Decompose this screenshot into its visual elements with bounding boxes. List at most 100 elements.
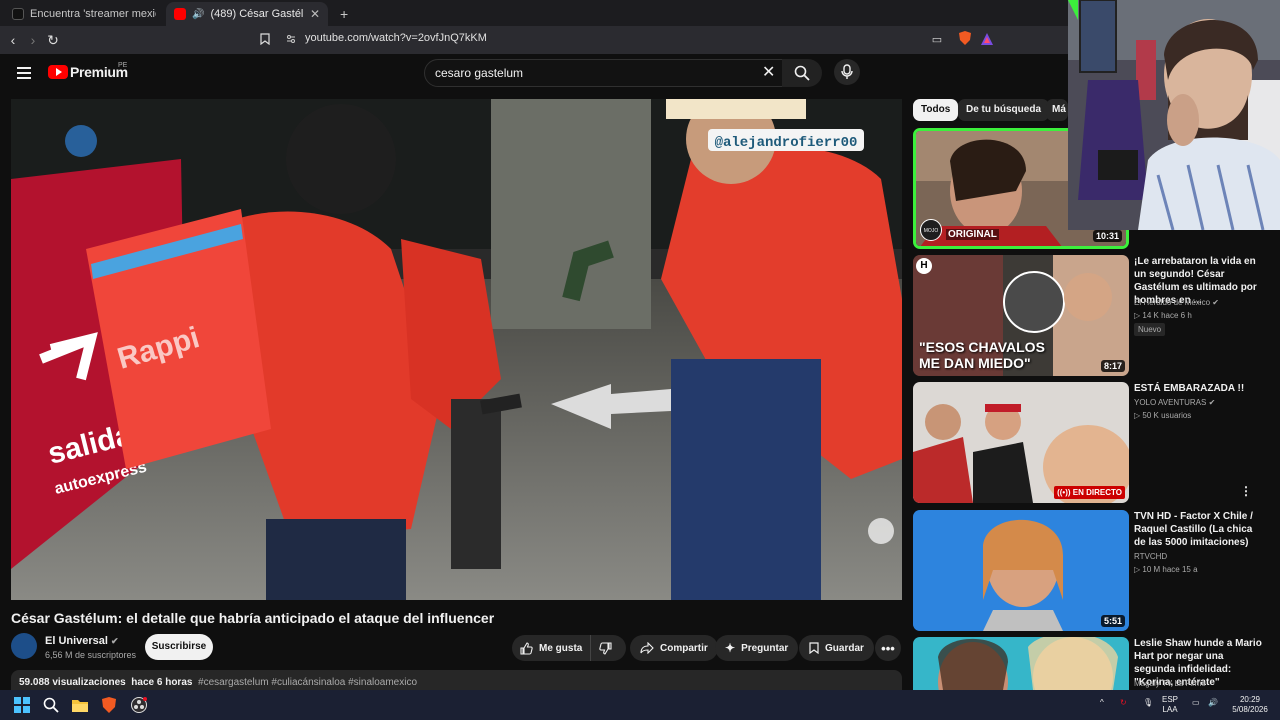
rec-thumbnail-1[interactable]: H "ESOS CHAVALOS ME DAN MIEDO" 8:17: [913, 255, 1129, 376]
rec-meta-text: 14 K hace 6 h: [1142, 311, 1192, 320]
rec-title-2[interactable]: ESTÁ EMBARAZADA !!: [1134, 382, 1262, 395]
back-icon[interactable]: ‹: [4, 31, 22, 49]
rec-channel-2[interactable]: YOLO AVENTURAS ✔: [1134, 398, 1215, 407]
thumbs-up-icon: [520, 641, 533, 655]
verified-icon: ✔: [1212, 298, 1219, 307]
windows-start-icon[interactable]: [14, 697, 30, 713]
hashtags[interactable]: #cesargastelum #culiacánsinaloa #sinaloa…: [198, 677, 417, 688]
file-explorer-icon[interactable]: [72, 697, 88, 713]
tab-title: Encuentra 'streamer mexico' en TikTok: [30, 8, 156, 20]
video-frame: salida autoexpress Rappi @alejandrofierr…: [11, 99, 902, 600]
microphone-icon: [841, 64, 853, 79]
like-dislike-group: Me gusta: [512, 635, 626, 661]
clock[interactable]: 20:29 5/08/2026: [1230, 695, 1270, 715]
search-icon: [794, 65, 810, 81]
tab-title: (489) César Gastélum: el detalle que hab…: [210, 8, 304, 20]
reload-icon[interactable]: ↻: [44, 31, 62, 49]
overlay-text: "ESOS CHAVALOS ME DAN MIEDO": [919, 339, 1045, 371]
search-button[interactable]: [782, 59, 822, 87]
ask-label: Preguntar: [741, 642, 789, 654]
play-icon: ▷: [1134, 311, 1141, 320]
clock-date: 5/08/2026: [1232, 705, 1268, 714]
rec-thumbnail-2[interactable]: ((•)) EN DIRECTO: [913, 382, 1129, 503]
share-icon: [640, 642, 654, 654]
live-text: EN DIRECTO: [1072, 488, 1122, 497]
new-tab-button[interactable]: +: [332, 2, 354, 26]
browser-tab-tiktok[interactable]: Encuentra 'streamer mexico' en TikTok: [4, 2, 164, 26]
keyboard-layout: LAA: [1162, 705, 1178, 714]
subscribe-button[interactable]: Suscribirse: [145, 634, 213, 660]
windows-taskbar: ^ ↻ 🎙 ESP LAA ▭ 🔊 20:29 5/08/2026: [0, 690, 1280, 720]
video-player[interactable]: salida autoexpress Rappi @alejandrofierr…: [11, 99, 902, 600]
country-code: PE: [118, 62, 128, 69]
share-button[interactable]: Compartir: [630, 635, 718, 661]
overlay-text: ORIGINAL: [946, 229, 999, 240]
cast-icon[interactable]: ▭: [928, 31, 946, 49]
subscriber-count: 6,56 M de suscriptores: [45, 650, 137, 660]
rec-channel-4[interactable]: Magaly TV La Firme: [1134, 679, 1206, 688]
duration-badge: 5:51: [1100, 615, 1125, 627]
play-icon: ▷: [1134, 565, 1141, 574]
thumbnail-image: [913, 382, 1129, 503]
brave-browser-icon[interactable]: [101, 697, 117, 713]
search-icon[interactable]: [43, 697, 59, 713]
verified-icon: ✔: [1208, 398, 1216, 407]
upload-age: hace 6 horas: [131, 677, 193, 688]
dislike-button[interactable]: [591, 635, 620, 661]
chip-more[interactable]: Má: [1046, 99, 1068, 121]
clock-time: 20:29: [1239, 695, 1261, 704]
site-info-icon[interactable]: [286, 34, 296, 44]
corner-logo-icon: [868, 518, 894, 544]
menu-icon[interactable]: [17, 67, 31, 79]
youtube-icon: [174, 8, 186, 20]
webcam-image: [1068, 0, 1280, 230]
rec-title-3[interactable]: TVN HD - Factor X Chile / Raquel Castill…: [1134, 510, 1262, 549]
browser-tab-youtube[interactable]: 🔊 (489) César Gastélum: el detalle que h…: [166, 2, 328, 26]
voice-search-button[interactable]: [834, 59, 860, 85]
channel-watermark-icon: [65, 125, 97, 157]
close-tab-icon[interactable]: ✕: [310, 7, 320, 21]
description-box[interactable]: 59.088 visualizaciones hace 6 horas #ces…: [11, 670, 902, 690]
display-icon[interactable]: ▭: [1192, 698, 1200, 708]
thumbs-down-icon: [599, 641, 612, 655]
forward-icon[interactable]: ›: [24, 31, 42, 49]
sparkle-icon: ✦: [725, 641, 736, 655]
play-icon: ▷: [1134, 411, 1141, 420]
tray-overflow-icon[interactable]: ^: [1100, 698, 1104, 708]
brave-rewards-icon[interactable]: [978, 31, 996, 49]
save-button[interactable]: Guardar: [799, 635, 874, 661]
rec-channel-3[interactable]: RTVCHD: [1134, 552, 1167, 561]
duration-badge: 10:31: [1092, 230, 1122, 242]
speaker-icon: 🔊: [192, 8, 205, 20]
tiktok-icon: [12, 8, 24, 20]
chip-all[interactable]: Todos: [913, 99, 959, 121]
chip-from-search[interactable]: De tu búsqueda: [958, 99, 1050, 121]
clear-search-icon[interactable]: ✕: [762, 62, 775, 82]
channel-avatar[interactable]: [11, 633, 37, 659]
brave-shield-icon[interactable]: [956, 31, 974, 49]
view-count: 59.088 visualizaciones: [19, 677, 126, 688]
volume-icon[interactable]: 🔊: [1208, 698, 1218, 708]
channel-name[interactable]: El Universal ✔: [45, 635, 119, 647]
obs-icon[interactable]: [131, 697, 147, 713]
rec-channel-name: El Heraldo de México: [1134, 298, 1211, 307]
rec-channel-1[interactable]: El Heraldo de México ✔: [1134, 298, 1219, 307]
bookmark-icon[interactable]: [256, 31, 274, 49]
rec-meta-text: 50 K usuarios: [1142, 411, 1192, 420]
webcam-overlay: [1068, 0, 1280, 230]
rec-thumbnail-4[interactable]: [913, 637, 1129, 690]
url-field[interactable]: youtube.com/watch?v=2ovfJnQ7kKM: [305, 32, 487, 44]
like-button[interactable]: Me gusta: [512, 635, 592, 661]
ask-button[interactable]: ✦ Preguntar: [715, 635, 799, 661]
search-value: cesaro gastelum: [435, 66, 524, 80]
more-actions-button[interactable]: •••: [875, 635, 901, 661]
rec-meta-1: ▷ 14 K hace 6 h: [1134, 311, 1192, 320]
search-input[interactable]: cesaro gastelum: [424, 59, 786, 87]
verified-icon: ✔: [111, 636, 119, 646]
youtube-logo-icon[interactable]: [48, 65, 68, 79]
rec-thumbnail-3[interactable]: 5:51: [913, 510, 1129, 631]
language-indicator[interactable]: ESP LAA: [1162, 695, 1178, 715]
more-options-icon[interactable]: ⋮: [1240, 484, 1252, 498]
mic-tray-icon[interactable]: 🎙: [1143, 698, 1153, 708]
update-icon[interactable]: ↻: [1120, 698, 1127, 708]
